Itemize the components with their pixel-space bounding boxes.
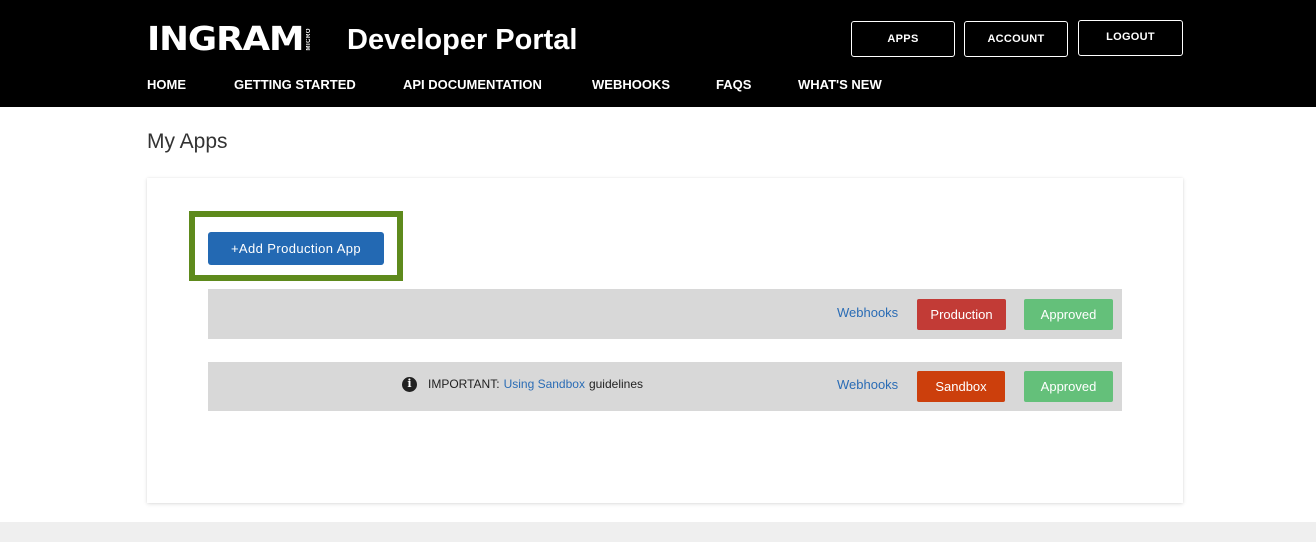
nav-faqs[interactable]: FAQS — [716, 77, 751, 93]
notice-prefix: IMPORTANT: — [428, 377, 500, 391]
sandbox-notice: i IMPORTANT: Using Sandbox guidelines — [402, 376, 643, 392]
logout-button[interactable]: LOGOUT — [1078, 20, 1183, 56]
account-button[interactable]: ACCOUNT — [964, 21, 1068, 57]
notice-suffix: guidelines — [588, 377, 643, 391]
nav-api-documentation[interactable]: API DOCUMENTATION — [403, 77, 542, 93]
approved-badge-sandbox[interactable]: Approved — [1024, 371, 1113, 402]
sandbox-badge[interactable]: Sandbox — [917, 371, 1005, 402]
logo-micro-text: MICRO — [305, 27, 312, 51]
apps-button[interactable]: APPS — [851, 21, 955, 57]
approved-badge-production[interactable]: Approved — [1024, 299, 1113, 330]
nav-webhooks[interactable]: WEBHOOKS — [592, 77, 670, 93]
add-production-app-button[interactable]: +Add Production App — [208, 232, 384, 265]
portal-title: Developer Portal — [347, 24, 578, 56]
nav-home[interactable]: HOME — [147, 77, 186, 93]
nav-whats-new[interactable]: WHAT'S NEW — [798, 77, 882, 93]
using-sandbox-link[interactable]: Using Sandbox — [504, 376, 585, 392]
ingram-micro-logo[interactable]: INGRAM MICRO — [147, 21, 313, 57]
production-badge[interactable]: Production — [917, 299, 1006, 330]
footer-strip — [0, 522, 1316, 542]
page-title: My Apps — [147, 130, 228, 153]
logo-wordmark: INGRAM — [147, 19, 304, 58]
webhooks-link-sandbox[interactable]: Webhooks — [837, 377, 898, 393]
info-circle-icon: i — [402, 376, 417, 392]
webhooks-link-production[interactable]: Webhooks — [837, 305, 898, 321]
nav-getting-started[interactable]: GETTING STARTED — [234, 77, 356, 93]
site-header: INGRAM MICRO Developer Portal APPS ACCOU… — [0, 0, 1316, 107]
